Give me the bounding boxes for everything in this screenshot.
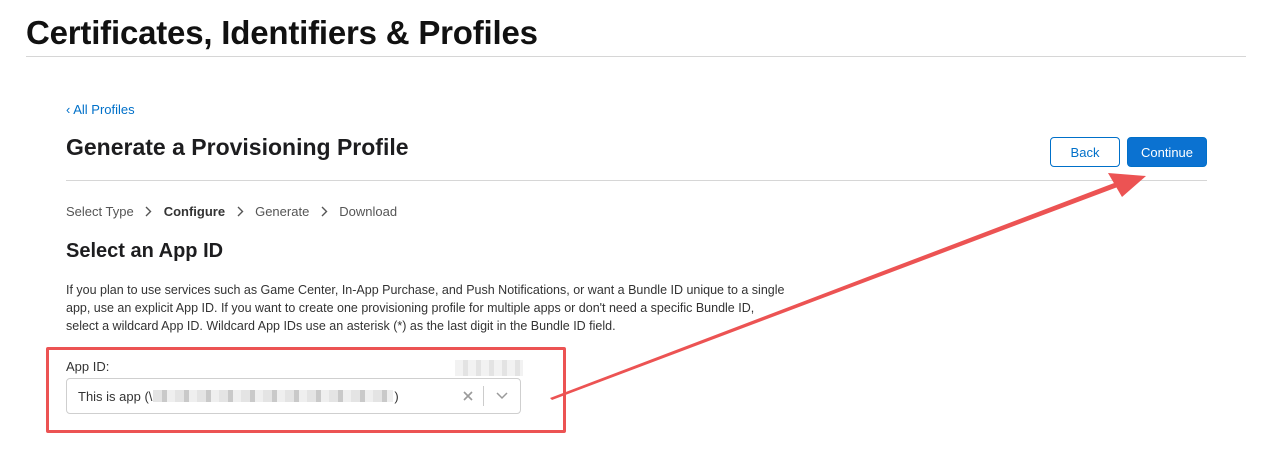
app-id-selected-value: This is app (\ ) [67,389,453,404]
step-download: Download [339,204,398,219]
close-icon[interactable] [453,391,483,401]
chevron-right-icon [225,206,255,217]
page-title: Certificates, Identifiers & Profiles [26,14,538,51]
back-button[interactable]: Back [1050,137,1120,167]
header-divider [26,56,1246,57]
chevron-right-icon [134,206,164,217]
annotation-arrow-head [1108,173,1146,197]
all-profiles-link[interactable]: ‹ All Profiles [66,102,135,117]
chevron-right-icon [309,206,339,217]
app-id-value-prefix: This is app (\ [78,388,153,404]
chevron-down-icon[interactable] [484,392,520,400]
app-id-label: App ID: [66,359,110,374]
app-id-description: If you plan to use services such as Game… [66,283,785,333]
redacted-bundle-id [153,390,394,402]
step-select-type: Select Type [66,204,134,219]
app-id-select[interactable]: This is app (\ ) [66,378,521,414]
select-app-id-heading: Select an App ID [66,240,224,262]
section-title: Generate a Provisioning Profile [66,134,409,160]
step-configure: Configure [163,204,226,219]
section-divider [66,180,1207,181]
app-id-value-suffix: ) [394,388,399,404]
step-generate: Generate [255,204,310,219]
step-breadcrumb: Select Type Configure Generate Download [66,204,397,219]
continue-button[interactable]: Continue [1127,137,1207,167]
redacted-area [455,360,523,376]
